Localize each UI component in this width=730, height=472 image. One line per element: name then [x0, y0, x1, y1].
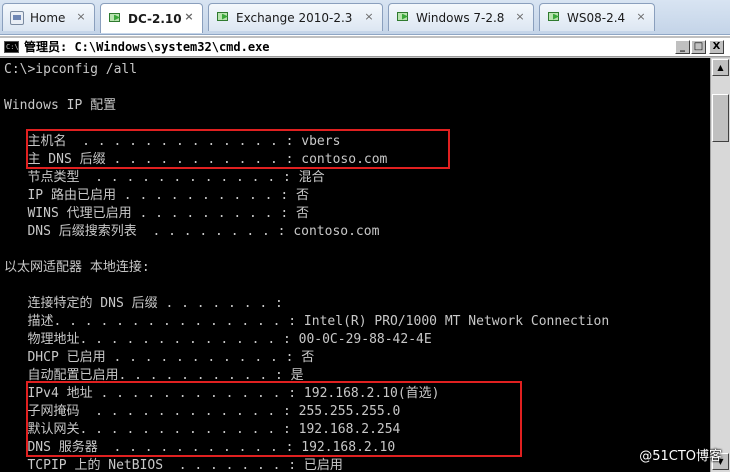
tab-label: WS08-2.4 [567, 10, 626, 25]
tab-dc-2-10[interactable]: DC-2.10 × [100, 3, 203, 33]
console-output[interactable]: C:\>ipconfig /all Windows IP 配置 主机名 . . … [0, 58, 710, 472]
tab-label: Windows 7-2.8 [416, 10, 505, 25]
vm-icon [547, 11, 561, 25]
cmd-window: C:\ 管理员: C:\Windows\system32\cmd.exe _ □… [0, 36, 730, 472]
tab-label: DC-2.10 [128, 11, 182, 26]
console-line: 连接特定的 DNS 后缀 . . . . . . . : [4, 296, 283, 311]
window-titlebar[interactable]: C:\ 管理员: C:\Windows\system32\cmd.exe _ □… [0, 38, 730, 57]
console-line: DHCP 已启用 . . . . . . . . . . . : 否 [4, 350, 315, 365]
tab-home[interactable]: Home × [2, 3, 95, 31]
close-icon[interactable]: × [634, 10, 648, 24]
close-icon[interactable]: × [182, 10, 196, 24]
tab-label: Home [30, 10, 66, 25]
console-line: IP 路由已启用 . . . . . . . . . . : 否 [4, 188, 309, 203]
vm-icon [108, 12, 122, 26]
console-line: 以太网适配器 本地连接: [4, 260, 150, 275]
scroll-up-icon[interactable]: ▲ [712, 59, 729, 76]
console-line: WINS 代理已启用 . . . . . . . . . : 否 [4, 206, 309, 221]
close-icon[interactable]: × [513, 10, 527, 24]
watermark: @51CTO博客 [639, 449, 722, 464]
highlight-box-ip [26, 381, 522, 457]
home-icon [10, 10, 24, 25]
close-button[interactable]: X [709, 40, 724, 54]
tab-label: Exchange 2010-2.3 [236, 10, 353, 25]
scroll-thumb[interactable] [712, 94, 729, 142]
tab-exchange-2010[interactable]: Exchange 2010-2.3 × [208, 3, 383, 31]
console-line: Windows IP 配置 [4, 98, 117, 113]
tab-windows-7[interactable]: Windows 7-2.8 × [388, 3, 534, 31]
close-icon[interactable]: × [362, 10, 376, 24]
window-title: 管理员: C:\Windows\system32\cmd.exe [24, 40, 270, 54]
console-line: 物理地址. . . . . . . . . . . . . : 00-0C-29… [4, 332, 432, 347]
close-icon[interactable]: × [74, 10, 88, 24]
console-line: TCPIP 上的 NetBIOS . . . . . . . : 已启用 [4, 458, 343, 472]
vm-tab-bar: Home × DC-2.10 × Exchange 2010-2.3 × Win… [0, 0, 730, 35]
console-line: DNS 后缀搜索列表 . . . . . . . . : contoso.com [4, 224, 380, 239]
minimize-button[interactable]: _ [675, 40, 690, 54]
tab-ws08[interactable]: WS08-2.4 × [539, 3, 655, 31]
maximize-button[interactable]: □ [691, 40, 706, 54]
console-line: C:\>ipconfig /all [4, 62, 138, 77]
console-line: 节点类型 . . . . . . . . . . . . : 混合 [4, 170, 325, 185]
highlight-box-host [26, 129, 450, 169]
cmd-icon: C:\ [4, 41, 19, 53]
vm-icon [216, 11, 230, 25]
vm-icon [396, 11, 410, 25]
console-line: 描述. . . . . . . . . . . . . . . : Intel(… [4, 314, 610, 329]
vertical-scrollbar[interactable]: ▲ ▼ [710, 58, 730, 472]
